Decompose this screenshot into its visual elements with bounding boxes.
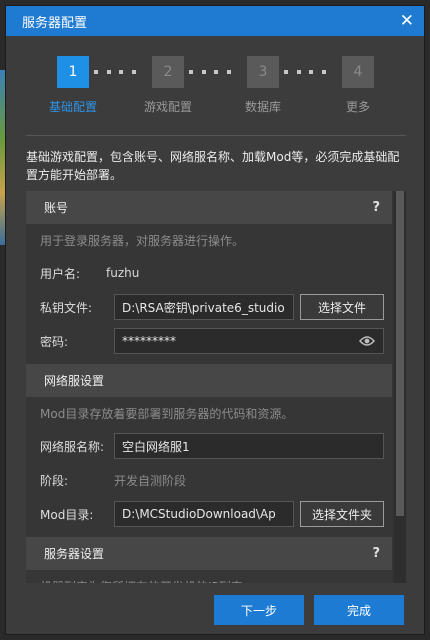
help-icon[interactable]: ? (372, 200, 380, 215)
dialog-titlebar: 服务器配置 ✕ (6, 6, 424, 36)
section-title-network: 网络服设置 (44, 374, 105, 388)
section-header-network: 网络服设置 (26, 364, 392, 397)
section-title-account: 账号 (44, 201, 69, 215)
step-3-box[interactable]: 3 (247, 56, 279, 88)
step-1-box[interactable]: 1 (57, 56, 89, 88)
divider (26, 135, 406, 136)
section-header-server: 服务器设置 ? (26, 537, 392, 570)
config-scroll-area: 账号 ? 用于登录服务器，对服务器进行操作。 用户名: fuzhu 私钥文件: … (26, 191, 406, 583)
server-hint: 机器列表为您所拥有的开发机的IP列表 (26, 570, 392, 584)
stage-label: 阶段: (40, 473, 69, 488)
private-key-input[interactable]: D:\RSA密钥\private6_studio (114, 294, 294, 320)
network-name-label: 网络服名称: (40, 439, 105, 454)
dialog-title: 服务器配置 (22, 15, 88, 31)
step-1-label[interactable]: 基础配置 (33, 98, 113, 115)
mod-dir-label: Mod目录: (40, 507, 94, 522)
mod-dir-row: Mod目录: D:\MCStudioDownload\Ap 选择文件夹 (26, 497, 392, 531)
section-body-server: 机器列表为您所拥有的开发机的IP列表 (26, 570, 392, 583)
step-2-label[interactable]: 游戏配置 (128, 98, 208, 115)
step-connector-3 (279, 70, 331, 74)
eye-icon[interactable] (359, 335, 375, 347)
password-input[interactable]: ********* (114, 328, 384, 354)
network-hint: Mod目录存放着要部署到服务器的代码和资源。 (40, 406, 294, 421)
finish-button[interactable]: 完成 (314, 595, 404, 625)
step-2-box[interactable]: 2 (152, 56, 184, 88)
step-4-label[interactable]: 更多 (318, 98, 398, 115)
step-4-box[interactable]: 4 (342, 56, 374, 88)
password-value: ********* (122, 334, 176, 348)
choose-file-button[interactable]: 选择文件 (300, 294, 384, 320)
username-value: fuzhu (106, 266, 140, 280)
section-body-account: 用于登录服务器，对服务器进行操作。 用户名: fuzhu 私钥文件: D:\RS… (26, 224, 392, 364)
mod-dir-input[interactable]: D:\MCStudioDownload\Ap (114, 501, 294, 527)
password-row: 密码: ********* (26, 324, 392, 358)
network-name-input[interactable]: 空白网络服1 (114, 433, 384, 459)
account-hint: 用于登录服务器，对服务器进行操作。 (40, 233, 245, 248)
server-config-dialog: 服务器配置 ✕ 1 2 3 4 基础配置 游戏配置 数据库 更多 基础游戏配置，… (5, 5, 425, 635)
config-description: 基础游戏配置，包含账号、网络服名称、加载Mod等，必须完成基础配置方能开始部署。 (26, 150, 400, 182)
stage-row: 阶段: 开发自测阶段 (26, 463, 392, 497)
stage-value: 开发自测阶段 (114, 473, 187, 488)
config-content: 账号 ? 用于登录服务器，对服务器进行操作。 用户名: fuzhu 私钥文件: … (26, 191, 392, 583)
password-label: 密码: (40, 334, 69, 349)
private-key-row: 私钥文件: D:\RSA密钥\private6_studio 选择文件 (26, 290, 392, 324)
scrollbar-thumb[interactable] (396, 191, 404, 516)
stepper: 1 2 3 4 基础配置 游戏配置 数据库 更多 (6, 56, 424, 126)
section-header-account: 账号 ? (26, 191, 392, 224)
section-title-server: 服务器设置 (44, 547, 105, 561)
step-3-label[interactable]: 数据库 (223, 98, 303, 115)
username-label: 用户名: (40, 266, 81, 281)
next-button[interactable]: 下一步 (214, 595, 304, 625)
step-connector-2 (184, 70, 236, 74)
username-row: 用户名: fuzhu (26, 256, 392, 290)
section-body-network: Mod目录存放着要部署到服务器的代码和资源。 网络服名称: 空白网络服1 阶段:… (26, 397, 392, 537)
help-icon[interactable]: ? (372, 546, 380, 561)
scrollbar[interactable] (394, 191, 406, 583)
close-icon[interactable]: ✕ (400, 12, 414, 30)
private-key-label: 私钥文件: (40, 300, 93, 315)
network-name-row: 网络服名称: 空白网络服1 (26, 429, 392, 463)
step-connector-1 (89, 70, 141, 74)
choose-folder-button[interactable]: 选择文件夹 (300, 501, 384, 527)
